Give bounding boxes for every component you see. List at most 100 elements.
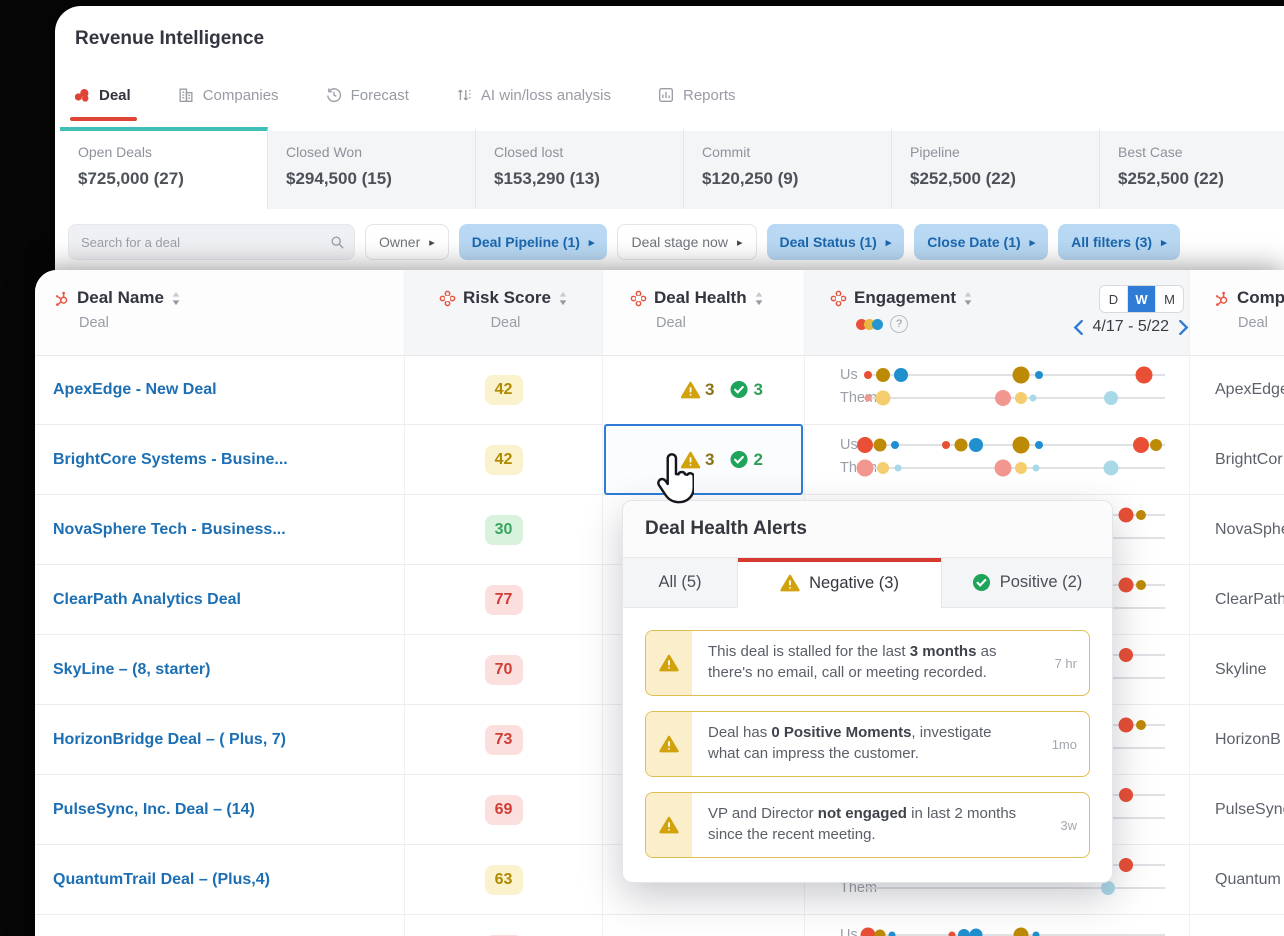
summary-card-value: $252,500 (22): [1118, 169, 1224, 188]
negative-alert-count: 3: [705, 449, 715, 469]
deal-name-link[interactable]: NovaSphere Tech - Business...: [53, 521, 286, 539]
engagement-dot: [1012, 366, 1030, 384]
help-icon[interactable]: ?: [890, 315, 908, 333]
column-subtitle: Deal: [656, 315, 686, 331]
summary-card-closed-lost[interactable]: Closed lost $153,290 (13): [476, 127, 684, 209]
engagement-dot: [1136, 720, 1146, 730]
deal-health-cell[interactable]: 32: [603, 424, 805, 495]
engagement-dot: [1035, 371, 1043, 379]
engagement-granularity-m[interactable]: M: [1156, 286, 1183, 312]
search-icon[interactable]: [329, 234, 345, 250]
column-header-deal-health[interactable]: Deal Health Deal: [603, 270, 805, 355]
risk-score-badge: 63: [484, 864, 523, 895]
popup-tab-negative-3[interactable]: Negative (3): [738, 558, 942, 608]
engagement-cell[interactable]: UsThem: [805, 355, 1190, 424]
deal-name-link[interactable]: PulseSync, Inc. Deal – (14): [53, 801, 255, 819]
nav-tab-reports[interactable]: Reports: [657, 86, 736, 104]
risk-flower-icon: [830, 290, 847, 307]
engagement-them-track: [864, 390, 1165, 406]
deal-name-link[interactable]: ClearPath Analytics Deal: [53, 591, 241, 609]
summary-card-open-deals[interactable]: Open Deals $725,000 (27): [60, 127, 268, 209]
engagement-dot: [969, 438, 983, 452]
warning-icon: [680, 381, 700, 399]
warning-icon: [659, 654, 679, 672]
engagement-dot: [958, 929, 970, 936]
nav-tab-companies[interactable]: Companies: [177, 86, 279, 104]
engagement-granularity-w[interactable]: W: [1128, 286, 1156, 312]
alert-icon-strip: [646, 712, 692, 776]
engagement-dot: [860, 927, 876, 936]
popup-tab-all-5[interactable]: All (5): [623, 558, 738, 608]
engagement-dot: [1035, 441, 1043, 449]
chevron-right-icon[interactable]: [1178, 319, 1189, 335]
warning-icon: [659, 816, 679, 834]
summary-card-best-case[interactable]: Best Case $252,500 (22): [1100, 127, 1284, 209]
deal-search[interactable]: [68, 224, 355, 260]
deal-health-cell[interactable]: [603, 915, 805, 936]
nav-tab-label: Forecast: [350, 86, 409, 104]
hubspot-icon: [1213, 290, 1230, 307]
deal-name-link[interactable]: BrightCore Systems - Busine...: [53, 451, 288, 469]
summary-card-closed-won[interactable]: Closed Won $294,500 (15): [268, 127, 476, 209]
engagement-us-track: [864, 366, 1165, 384]
deal-name-link[interactable]: ApexEdge - New Deal: [53, 381, 217, 399]
engagement-granularity-d[interactable]: D: [1100, 286, 1128, 312]
engagement-dot: [875, 390, 891, 406]
filter-chip-label: Owner: [379, 234, 421, 250]
column-header-company[interactable]: Comp Deal: [1190, 270, 1284, 355]
positive-alert-count: 3: [753, 379, 763, 399]
summary-card-pipeline[interactable]: Pipeline $252,500 (22): [892, 127, 1100, 209]
filter-chip-close-date-1[interactable]: Close Date (1) ▸: [914, 224, 1049, 260]
engagement-dot: [1103, 460, 1119, 476]
engagement-cell[interactable]: UsThem: [805, 915, 1190, 936]
summary-card-commit[interactable]: Commit $120,250 (9): [684, 127, 892, 209]
risk-score-badge: 42: [484, 374, 523, 405]
popup-tab-positive-2[interactable]: Positive (2): [942, 558, 1112, 608]
engagement-dot: [994, 459, 1012, 477]
engagement-us-label: Us: [840, 437, 858, 453]
column-header-risk-score[interactable]: Risk Score Deal: [405, 270, 603, 355]
filter-chip-label: Deal stage now: [631, 234, 728, 250]
column-subtitle: Deal: [490, 315, 521, 331]
filter-chip-deal-status-1[interactable]: Deal Status (1) ▸: [766, 224, 905, 260]
company-name: Quantum: [1215, 870, 1281, 888]
risk-score-badge: 70: [484, 654, 523, 685]
risk-score-badge: 30: [484, 514, 523, 545]
nav-tab-forecast[interactable]: Forecast: [325, 86, 409, 104]
alert-icon-strip: [646, 631, 692, 695]
engagement-dot: [888, 931, 896, 936]
sort-icon[interactable]: [558, 291, 568, 306]
deal-name-link[interactable]: QuantumTrail Deal – (Plus,4): [53, 871, 270, 889]
nav-tab-ai-win-loss-analysis[interactable]: AI win/loss analysis: [455, 86, 611, 104]
sort-icon[interactable]: [963, 291, 973, 306]
warning-icon: [680, 451, 700, 469]
filter-chip-deal-stage-now[interactable]: Deal stage now ▸: [617, 224, 757, 260]
engagement-cell[interactable]: UsThem: [805, 425, 1190, 494]
caret-icon: ▸: [1161, 236, 1167, 249]
filter-chip-owner[interactable]: Owner ▸: [365, 224, 449, 260]
engagement-dot: [1118, 507, 1134, 523]
engagement-dot: [877, 462, 889, 474]
deal-name-link[interactable]: HorizonBridge Deal – ( Plus, 7): [53, 731, 286, 749]
sort-icon[interactable]: [171, 291, 181, 306]
search-input[interactable]: [68, 224, 355, 260]
engagement-dot: [1133, 437, 1149, 453]
company-name: NovaSphe: [1215, 520, 1284, 538]
column-header-deal-name[interactable]: Deal Name Deal: [35, 270, 405, 355]
column-header-engagement[interactable]: Engagement ? DWM 4/17 - 5/22: [805, 270, 1190, 355]
column-title: Risk Score: [463, 288, 551, 307]
summary-card-label: Commit: [702, 144, 751, 160]
summary-card-value: $725,000 (27): [78, 169, 184, 188]
deal-health-cell[interactable]: 33: [603, 355, 805, 424]
filter-chip-all-filters-3[interactable]: All filters (3) ▸: [1058, 224, 1180, 260]
engagement-legend-dots: [856, 318, 883, 330]
summary-card-value: $252,500 (22): [910, 169, 1016, 188]
engagement-dot: [1135, 366, 1153, 384]
sort-icon[interactable]: [754, 291, 764, 306]
filter-chip-deal-pipeline-1[interactable]: Deal Pipeline (1) ▸: [458, 224, 608, 260]
deal-name-link[interactable]: SkyLine – (8, starter): [53, 661, 210, 679]
chevron-left-icon[interactable]: [1073, 319, 1084, 335]
engagement-dot: [873, 438, 887, 452]
engagement-dot: [1119, 648, 1133, 662]
nav-tab-deal[interactable]: Deal: [70, 86, 137, 121]
